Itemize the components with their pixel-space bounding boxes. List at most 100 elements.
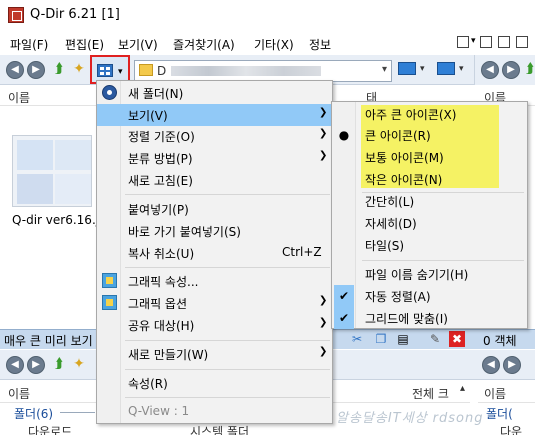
- group-divider: [60, 412, 95, 413]
- forward-arrow-icon[interactable]: ▶: [27, 356, 45, 374]
- menu-item-paste-shortcut[interactable]: 바로 가기 붙여넣기(S): [97, 220, 332, 242]
- menu-item-refresh[interactable]: 새로 고침(E): [97, 169, 332, 191]
- forward-arrow-icon[interactable]: ▶: [503, 356, 521, 374]
- address-dropdown-icon[interactable]: ▾: [382, 64, 387, 75]
- column-name[interactable]: 이름: [8, 89, 30, 106]
- menu-separator: [125, 369, 330, 370]
- column-name-right[interactable]: 이름: [484, 385, 506, 402]
- menu-item-paste[interactable]: 붙여넣기(P): [97, 198, 332, 220]
- folder-up-icon[interactable]: ⮭: [521, 60, 535, 78]
- submenu-item-large-icons[interactable]: ● 큰 아이콘(R): [332, 124, 527, 146]
- back-arrow-icon[interactable]: ◀: [482, 356, 500, 374]
- menu-item-sort-by[interactable]: 정렬 기준(O) ❯: [97, 125, 332, 147]
- column-total-size[interactable]: 전체 크: [412, 385, 449, 402]
- menu-edit[interactable]: 편집(E): [65, 36, 104, 53]
- back-arrow-icon[interactable]: ◀: [481, 61, 499, 79]
- menu-extras[interactable]: 기타(X): [254, 36, 294, 53]
- submenu-item-hide-filenames[interactable]: 파일 이름 숨기기(H): [332, 263, 527, 285]
- menu-favorites[interactable]: 즐겨찾기(A): [173, 36, 235, 53]
- app-icon: [8, 7, 24, 23]
- menu-item-label: 속성(R): [128, 377, 168, 391]
- address-path-blurred: [171, 66, 321, 76]
- submenu-item-label: 보통 아이콘(M): [365, 151, 444, 165]
- menu-item-group-by[interactable]: 분류 방법(P) ❯: [97, 147, 332, 169]
- list-item-name-right[interactable]: 다운: [500, 423, 522, 435]
- menu-item-graphic-properties[interactable]: 그래픽 속성...: [97, 270, 332, 292]
- submenu-item-auto-arrange[interactable]: ✔ 자동 정렬(A): [332, 285, 527, 307]
- submenu-item-extra-large-icons[interactable]: 아주 큰 아이콘(X): [332, 103, 527, 125]
- monitor-icon[interactable]: [398, 62, 416, 75]
- new-folder-icon: [102, 85, 117, 100]
- new-folder-icon[interactable]: ✦: [70, 355, 88, 373]
- back-arrow-icon[interactable]: ◀: [6, 356, 24, 374]
- menu-bar: 파일(F) 편집(E) 보기(V) 즐겨찾기(A) 기타(X) 정보 ▾: [0, 32, 535, 54]
- check-icon: ✔: [334, 285, 354, 307]
- group-folders[interactable]: 폴더(6): [14, 405, 53, 422]
- title-bar: Q-Dir 6.21 [1]: [0, 0, 535, 30]
- submenu-item-label: 간단히(L): [365, 195, 415, 209]
- chevron-right-icon: ❯: [319, 150, 328, 161]
- submenu-item-label: 그리드에 맞춤(I): [365, 312, 448, 326]
- submenu-item-list[interactable]: 간단히(L): [332, 190, 527, 212]
- forward-arrow-icon[interactable]: ▶: [502, 61, 520, 79]
- menu-separator: [125, 397, 330, 398]
- layout-icon[interactable]: [457, 36, 469, 48]
- menu-item-label: 공유 대상(H): [128, 319, 195, 333]
- submenu-item-align-to-grid[interactable]: ✔ 그리드에 맞춤(I): [332, 307, 527, 329]
- cut-icon[interactable]: ✂: [349, 331, 365, 347]
- image-thumbnail[interactable]: [12, 135, 92, 207]
- submenu-item-label: 자동 정렬(A): [365, 290, 431, 304]
- submenu-item-label: 파일 이름 숨기기(H): [365, 268, 469, 282]
- menu-info[interactable]: 정보: [309, 36, 331, 53]
- group-folders-right[interactable]: 폴더(: [486, 405, 513, 422]
- monitor-dropdown-icon[interactable]: ▾: [420, 64, 425, 74]
- menu-item-label: 새로 만들기(W): [128, 348, 209, 362]
- submenu-item-tiles[interactable]: 타일(S): [332, 234, 527, 256]
- menu-item-label: Q-View : 1: [128, 404, 190, 418]
- menu-item-share-with[interactable]: 공유 대상(H) ❯: [97, 314, 332, 336]
- new-folder-icon[interactable]: ✦: [70, 60, 88, 78]
- menu-item-label: 정렬 기준(O): [128, 130, 195, 144]
- folder-up-icon[interactable]: ⮭: [50, 355, 68, 373]
- layout-dropdown-icon[interactable]: ▾: [471, 36, 476, 46]
- address-bar[interactable]: D ▾: [134, 60, 392, 82]
- thumbnail-filename[interactable]: Q-dir ver6.16.jp: [12, 213, 107, 227]
- copy-icon[interactable]: ❐: [373, 331, 389, 347]
- submenu-item-label: 타일(S): [365, 239, 405, 253]
- submenu-item-medium-icons[interactable]: 보통 아이콘(M): [332, 146, 527, 168]
- menu-item-new[interactable]: 새로 만들기(W) ❯: [97, 343, 332, 365]
- chevron-right-icon: ❯: [319, 317, 328, 328]
- forward-arrow-icon[interactable]: ▶: [27, 61, 45, 79]
- menu-separator: [362, 260, 524, 261]
- menu-item-graphic-options[interactable]: 그래픽 옵션 ❯: [97, 292, 332, 314]
- submenu-item-small-icons[interactable]: 작은 아이콘(N): [332, 168, 527, 190]
- delete-icon[interactable]: ✖: [449, 331, 465, 347]
- rename-icon[interactable]: ✎: [427, 331, 443, 347]
- chevron-right-icon: ❯: [319, 295, 328, 306]
- right-pane-toolbar: ◀ ▶ ⮭: [474, 55, 535, 85]
- menu-separator: [125, 194, 330, 195]
- context-menu: 새 폴더(N) 보기(V) ❯ 정렬 기준(O) ❯ 분류 방법(P) ❯ 새로…: [96, 80, 333, 424]
- menu-separator: [125, 340, 330, 341]
- folder-up-icon[interactable]: ⮭: [50, 60, 68, 78]
- menu-view[interactable]: 보기(V): [118, 36, 158, 53]
- list-item-name[interactable]: 다운로드: [28, 423, 72, 435]
- paste-icon[interactable]: ▤: [395, 331, 411, 347]
- submenu-item-details[interactable]: 자세히(D): [332, 212, 527, 234]
- radio-bullet-icon: ●: [338, 128, 350, 142]
- menu-item-properties[interactable]: 속성(R): [97, 372, 332, 394]
- menu-item-new-folder[interactable]: 새 폴더(N): [97, 82, 332, 104]
- back-arrow-icon[interactable]: ◀: [6, 61, 24, 79]
- monitor-alt-icon[interactable]: [437, 62, 455, 75]
- view-submenu: 아주 큰 아이콘(X) ● 큰 아이콘(R) 보통 아이콘(M) 작은 아이콘(…: [331, 101, 528, 329]
- monitor-alt-dropdown-icon[interactable]: ▾: [459, 64, 464, 74]
- header-dropdown-icon[interactable]: ▴: [460, 383, 465, 394]
- submenu-item-label: 작은 아이콘(N): [365, 173, 443, 187]
- menu-item-view[interactable]: 보기(V) ❯: [97, 104, 332, 126]
- layout-split-icon[interactable]: [498, 36, 510, 48]
- layout-quad-icon[interactable]: [516, 36, 528, 48]
- column-name[interactable]: 이름: [8, 385, 30, 402]
- menu-file[interactable]: 파일(F): [10, 36, 48, 53]
- layout-grid-icon[interactable]: [480, 36, 492, 48]
- menu-item-undo-copy[interactable]: 복사 취소(U) Ctrl+Z: [97, 242, 332, 264]
